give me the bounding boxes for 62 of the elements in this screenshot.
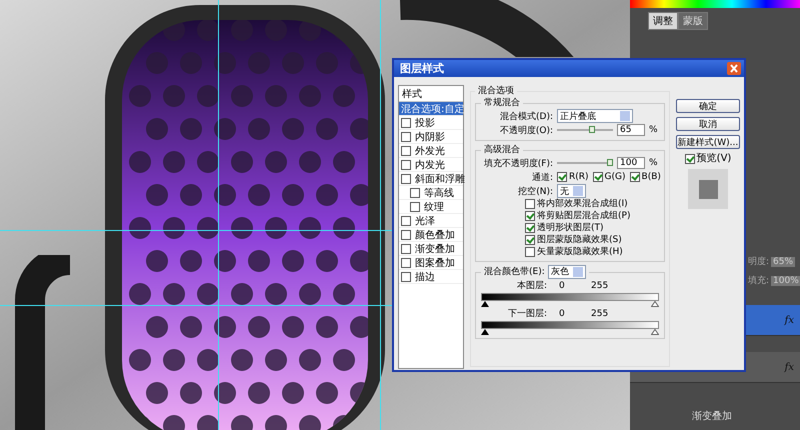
option-checkbox[interactable]: 透明形状图层(T) bbox=[525, 222, 604, 234]
slider-thumb[interactable] bbox=[607, 159, 613, 166]
style-item[interactable]: 描边 bbox=[399, 270, 463, 284]
fill-opacity-field[interactable]: 100 bbox=[617, 157, 645, 169]
style-item[interactable]: 混合选项:自定 bbox=[399, 102, 463, 116]
style-item[interactable]: 内阴影 bbox=[399, 130, 463, 144]
dialog-button[interactable]: 新建样式(W)... bbox=[676, 135, 740, 149]
opacity-label: 明度: bbox=[748, 256, 770, 268]
group-title: 混合选项 bbox=[477, 85, 515, 97]
blend-if-label: 混合颜色带(E): bbox=[484, 266, 545, 278]
color-swatches[interactable] bbox=[630, 0, 800, 8]
fx-icon: fx bbox=[784, 362, 794, 372]
style-item[interactable]: 斜面和浮雕 bbox=[399, 172, 463, 186]
style-item[interactable]: 外发光 bbox=[399, 144, 463, 158]
fill-opacity-label: 填充不透明度(F): bbox=[482, 158, 553, 170]
knockout-label: 挖空(N): bbox=[517, 186, 553, 198]
range-low-value: 0 bbox=[559, 308, 566, 320]
option-checkbox[interactable]: 将内部效果混合成组(I) bbox=[525, 198, 628, 210]
close-icon[interactable] bbox=[727, 62, 741, 75]
opacity-label: 不透明度(O): bbox=[498, 124, 553, 136]
channel-checkbox[interactable]: B(B) bbox=[630, 171, 661, 183]
opacity-field[interactable]: 65 bbox=[617, 124, 645, 136]
range-label: 本图层: bbox=[516, 280, 547, 292]
style-item[interactable]: 渐变叠加 bbox=[399, 242, 463, 256]
percent-label: % bbox=[649, 125, 658, 135]
panel-tab[interactable]: 调整 bbox=[648, 12, 678, 30]
window-title: 图层样式 bbox=[400, 61, 444, 76]
panel-tab[interactable]: 蒙版 bbox=[678, 12, 708, 30]
blend-mode-dropdown[interactable]: 正片叠底 bbox=[557, 109, 633, 123]
style-item[interactable]: 图案叠加 bbox=[399, 256, 463, 270]
range-high-value: 255 bbox=[591, 308, 610, 320]
group-title: 常规混合 bbox=[483, 97, 521, 109]
style-item[interactable]: 等高线 bbox=[399, 186, 463, 200]
option-checkbox[interactable]: 矢量蒙版隐藏效果(H) bbox=[525, 246, 623, 258]
dialog-button[interactable]: 确定 bbox=[676, 99, 740, 113]
dialog-button[interactable]: 取消 bbox=[676, 117, 740, 131]
group-title: 高级混合 bbox=[483, 144, 521, 156]
option-checkbox[interactable]: 图层蒙版隐藏效果(S) bbox=[525, 234, 622, 246]
blend-mode-label: 混合模式(D): bbox=[499, 110, 553, 122]
percent-label: % bbox=[649, 158, 658, 168]
preview-checkbox[interactable]: 预览(V) bbox=[684, 153, 732, 165]
range-end-handle-icon[interactable] bbox=[651, 329, 659, 335]
knockout-dropdown[interactable]: 无 bbox=[557, 184, 586, 198]
range-label: 下一图层: bbox=[506, 308, 547, 320]
preview-thumbnail bbox=[688, 169, 728, 209]
option-checkbox[interactable]: 将剪贴图层混合成组(P) bbox=[525, 210, 630, 222]
slider-thumb[interactable] bbox=[589, 126, 596, 133]
style-item[interactable]: 纹理 bbox=[399, 200, 463, 214]
style-item[interactable]: 内发光 bbox=[399, 158, 463, 172]
style-item[interactable]: 投影 bbox=[399, 116, 463, 130]
range-high-value: 255 bbox=[591, 280, 610, 292]
channel-checkbox[interactable]: R(R) bbox=[557, 171, 589, 183]
effect-label[interactable]: 渐变叠加 bbox=[692, 409, 800, 423]
range-low-value: 0 bbox=[559, 280, 566, 292]
range-end-handle-icon[interactable] bbox=[651, 301, 659, 307]
fx-icon: fx bbox=[784, 314, 794, 326]
channels-label: 通道: bbox=[530, 172, 553, 184]
style-item[interactable]: 颜色叠加 bbox=[399, 228, 463, 242]
channel-checkbox[interactable]: G(G) bbox=[592, 171, 626, 183]
blend-if-dropdown[interactable]: 灰色 bbox=[548, 265, 586, 279]
style-item[interactable]: 光泽 bbox=[399, 214, 463, 228]
fill-label: 填充: bbox=[748, 274, 770, 287]
